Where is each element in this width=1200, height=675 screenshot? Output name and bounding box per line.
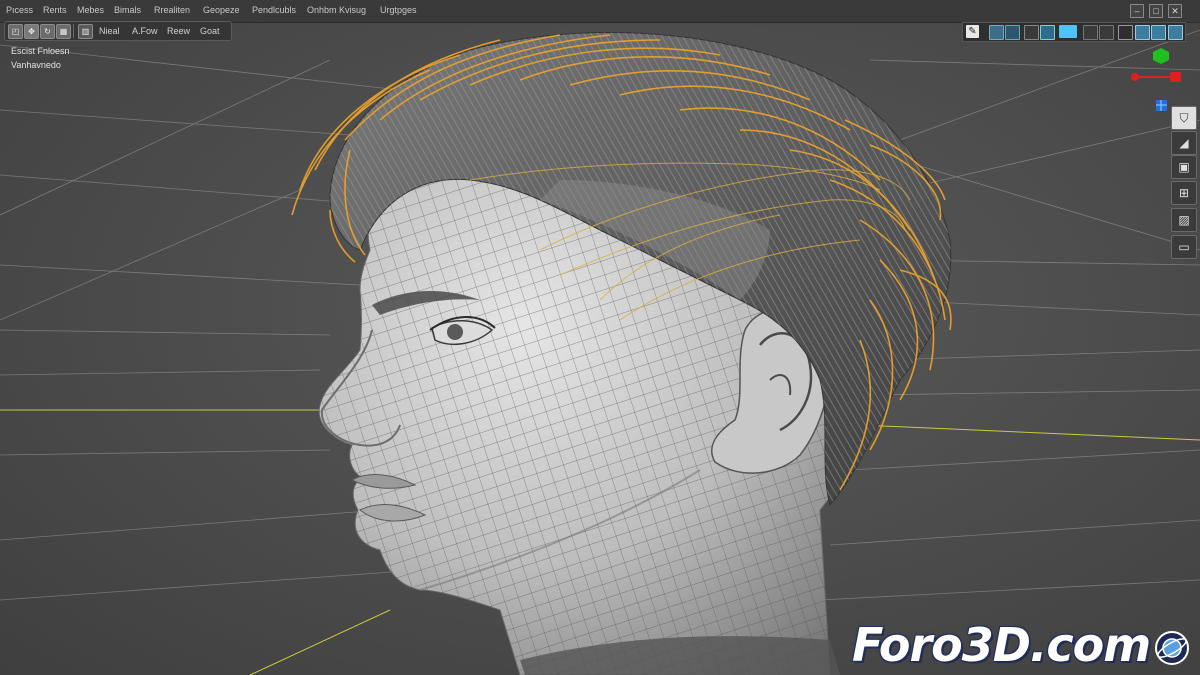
- menu-item-5[interactable]: Rrealiten: [154, 5, 190, 15]
- menu-item-1[interactable]: Pıcess: [6, 5, 33, 15]
- grid-icon[interactable]: ▥: [78, 24, 93, 39]
- view-icon-strip: ✎: [962, 22, 1186, 42]
- rotate-icon[interactable]: ↻: [40, 24, 55, 39]
- view-icon-4[interactable]: [1040, 25, 1055, 40]
- view-icon-5[interactable]: [1083, 25, 1098, 40]
- menu-item-8[interactable]: Onhbm Kvisug: [307, 5, 366, 15]
- view-icon-1[interactable]: [989, 25, 1004, 40]
- menu-item-6[interactable]: Geopeze: [203, 5, 240, 15]
- gizmo-y-icon: [1153, 48, 1169, 64]
- viewport-info-line-2: Vanhavnedo: [11, 60, 61, 70]
- toolbar-button-4[interactable]: Goat: [200, 26, 220, 36]
- view-icon-10[interactable]: [1168, 25, 1183, 40]
- texture-icon[interactable]: ▨: [1171, 208, 1197, 232]
- pen-icon[interactable]: ✎: [966, 25, 979, 38]
- select-icon[interactable]: ◰: [8, 24, 23, 39]
- vertex-icon[interactable]: ⛉: [1171, 106, 1197, 130]
- viewport-info-line-1: Escist Fnloesn: [11, 46, 70, 56]
- view-icon-6[interactable]: [1099, 25, 1114, 40]
- watermark-text: Foro3D.com: [852, 618, 1151, 672]
- scale-icon[interactable]: ▦: [56, 24, 71, 39]
- menu-item-7[interactable]: Pendlcubls: [252, 5, 296, 15]
- toolbar-button-2[interactable]: A.Fow: [132, 26, 158, 36]
- view-icon-9[interactable]: [1151, 25, 1166, 40]
- menu-item-9[interactable]: Urgtpges: [380, 5, 417, 15]
- brush-icon[interactable]: ◢: [1171, 131, 1197, 155]
- view-icon-2[interactable]: [1005, 25, 1020, 40]
- move-icon[interactable]: ✥: [24, 24, 39, 39]
- maximize-button[interactable]: □: [1149, 4, 1163, 18]
- 3d-viewport[interactable]: Pıcess Rents Mebes Bimals Rrealiten Geop…: [0, 0, 1200, 675]
- toolbar-divider: [73, 24, 74, 38]
- menu-item-4[interactable]: Bimals: [114, 5, 141, 15]
- toolbar-button-1[interactable]: Nieal: [99, 26, 120, 36]
- gizmo-x-icon: [1131, 73, 1139, 81]
- viewport-scene: [0, 29, 1200, 675]
- watermark-logo-icon: [1155, 631, 1189, 665]
- toolbar-button-3[interactable]: Reew: [167, 26, 190, 36]
- view-icon-8[interactable]: [1135, 25, 1150, 40]
- layout-icon[interactable]: ▭: [1171, 235, 1197, 259]
- minimize-button[interactable]: –: [1130, 4, 1144, 18]
- menu-item-3[interactable]: Mebes: [77, 5, 104, 15]
- toolbar: ◰ ✥ ↻ ▦ ▥ Nieal A.Fow Reew Goat: [4, 21, 232, 41]
- menu-bar: Pıcess Rents Mebes Bimals Rrealiten Geop…: [0, 0, 1200, 23]
- view-icon-7[interactable]: [1118, 25, 1133, 40]
- view-icon-active[interactable]: [1059, 25, 1077, 38]
- menu-item-2[interactable]: Rents: [43, 5, 67, 15]
- render-icon[interactable]: ⊞: [1171, 181, 1197, 205]
- view-icon-3[interactable]: [1024, 25, 1039, 40]
- camera-icon[interactable]: ▣: [1171, 155, 1197, 179]
- close-button[interactable]: ✕: [1168, 4, 1182, 18]
